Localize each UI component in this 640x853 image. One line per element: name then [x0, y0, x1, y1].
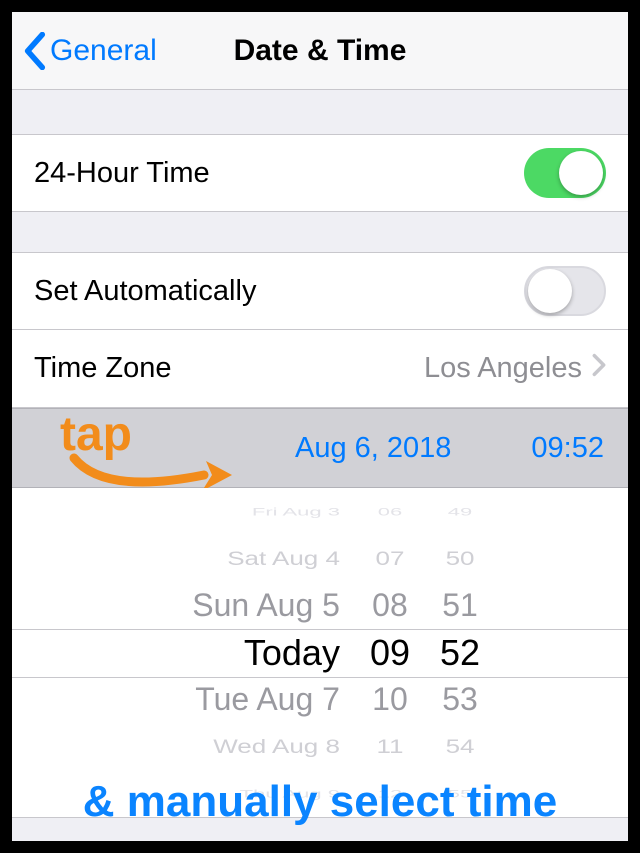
picker-item: Wed Aug 8: [213, 729, 340, 764]
picker-item: 10: [372, 676, 408, 723]
picker-item: 51: [442, 582, 478, 629]
picker-item-selected: Today: [244, 629, 340, 676]
spacer: [12, 90, 628, 134]
chevron-left-icon: [24, 32, 46, 70]
row-label: Set Automatically: [34, 275, 256, 308]
picker-column-date[interactable]: Fri Aug 3 Sat Aug 4 Sun Aug 5 Today Tue …: [160, 488, 340, 817]
datetime-picker[interactable]: Fri Aug 3 Sat Aug 4 Sun Aug 5 Today Tue …: [12, 488, 628, 818]
picker-item: 06: [378, 500, 402, 524]
picker-item-selected: 52: [440, 629, 480, 676]
navbar: General Date & Time: [12, 12, 628, 90]
row-label: 24-Hour Time: [34, 157, 210, 190]
annotation-bottom: & manually select time: [12, 777, 628, 827]
selected-date: Aug 6, 2018: [295, 432, 451, 465]
toggle-knob: [528, 269, 572, 313]
picker-column-minute[interactable]: 49 50 51 52 53 54 55: [440, 488, 480, 817]
group-auto: Set Automatically Time Zone Los Angeles: [12, 252, 628, 408]
back-label: General: [50, 34, 157, 68]
toggle-set-auto[interactable]: [524, 266, 606, 316]
picker-item-selected: 09: [370, 629, 410, 676]
picker-item: 08: [372, 582, 408, 629]
picker-item: 49: [448, 500, 472, 524]
picker-item: Sun Aug 5: [192, 582, 340, 629]
picker-item: 54: [446, 729, 475, 764]
row-set-automatically[interactable]: Set Automatically: [12, 252, 628, 330]
settings-screen: General Date & Time 24-Hour Time Set Aut…: [12, 12, 628, 841]
row-selected-datetime[interactable]: tap Aug 6, 2018 09:52: [12, 408, 628, 488]
toggle-knob: [559, 151, 603, 195]
back-button[interactable]: General: [12, 32, 157, 70]
chevron-right-icon: [592, 352, 606, 385]
picker-item: 53: [442, 676, 478, 723]
timezone-value: Los Angeles: [424, 352, 582, 385]
picker-item: Fri Aug 3: [252, 500, 340, 524]
picker-item: Sat Aug 4: [227, 541, 340, 576]
picker-item: 07: [376, 541, 405, 576]
row-timezone[interactable]: Time Zone Los Angeles: [12, 330, 628, 408]
selected-time: 09:52: [531, 432, 604, 465]
picker-item: 50: [446, 541, 475, 576]
row-label: Time Zone: [34, 352, 172, 385]
picker-item: 11: [376, 729, 403, 764]
spacer: [12, 212, 628, 252]
row-24hour[interactable]: 24-Hour Time: [12, 134, 628, 212]
toggle-24hour[interactable]: [524, 148, 606, 198]
picker-column-hour[interactable]: 06 07 08 09 10 11 12: [370, 488, 410, 817]
picker-item: Tue Aug 7: [195, 676, 340, 723]
